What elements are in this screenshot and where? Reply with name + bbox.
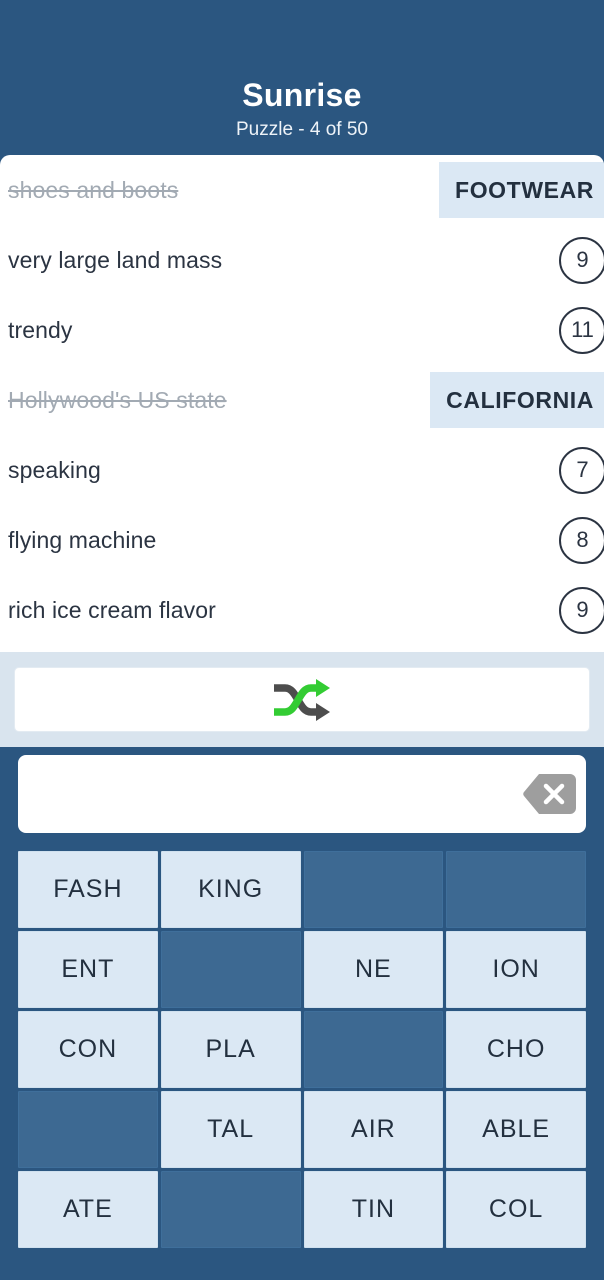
letter-count-badge: 11 bbox=[559, 306, 604, 354]
letter-tile-empty bbox=[446, 851, 586, 928]
letter-tile[interactable]: KING bbox=[160, 851, 301, 928]
clue-row[interactable]: flying machine 8 bbox=[8, 505, 604, 575]
letter-tile[interactable]: AIR bbox=[303, 1091, 444, 1168]
backspace-icon bbox=[522, 771, 578, 817]
clue-row[interactable]: shoes and boots FOOTWEAR bbox=[8, 155, 604, 225]
clue-row[interactable]: trendy 11 bbox=[8, 295, 604, 365]
letter-tile-empty bbox=[18, 1091, 158, 1168]
clue-text: flying machine bbox=[8, 526, 157, 553]
clue-text: rich ice cream flavor bbox=[8, 596, 216, 623]
keyboard-area: FASH KING ENT NE ION CON PLA CHO TAL AIR ABLE ATE TI… bbox=[0, 747, 604, 1280]
letter-tile-grid: FASH KING ENT NE ION CON PLA CHO TAL AIR ABLE ATE TI… bbox=[18, 851, 586, 1248]
letter-tile[interactable]: FASH bbox=[18, 851, 158, 928]
clue-text: shoes and boots bbox=[8, 176, 179, 203]
shuffle-bar bbox=[0, 652, 604, 747]
letter-tile-empty bbox=[303, 851, 444, 928]
letter-tile-empty bbox=[160, 1171, 301, 1248]
letter-tile[interactable]: ION bbox=[446, 931, 586, 1008]
letter-tile[interactable]: COL bbox=[446, 1171, 586, 1248]
letter-tile[interactable]: NE bbox=[303, 931, 444, 1008]
letter-count-badge: 8 bbox=[559, 516, 604, 564]
letter-tile[interactable]: PLA bbox=[160, 1011, 301, 1088]
solved-answer-chip: CALIFORNIA bbox=[430, 372, 604, 428]
answer-input[interactable] bbox=[18, 755, 586, 833]
clue-row[interactable]: rich ice cream flavor 9 bbox=[8, 575, 604, 645]
clue-text: very large land mass bbox=[8, 246, 223, 273]
clue-list: shoes and boots FOOTWEAR very large land m… bbox=[0, 155, 604, 652]
letter-count-badge: 9 bbox=[559, 586, 604, 634]
letter-tile[interactable]: ENT bbox=[18, 931, 158, 1008]
letter-tile[interactable]: TAL bbox=[160, 1091, 301, 1168]
page-title: Sunrise bbox=[242, 77, 362, 113]
app-header: Sunrise Puzzle - 4 of 50 bbox=[0, 0, 604, 155]
letter-tile[interactable]: CON bbox=[18, 1011, 158, 1088]
clue-text: trendy bbox=[8, 316, 73, 343]
clue-text: Hollywood's US state bbox=[8, 386, 227, 413]
puzzle-progress-label: Puzzle - 4 of 50 bbox=[235, 119, 369, 140]
letter-count-badge: 9 bbox=[559, 236, 604, 284]
clue-row[interactable]: Hollywood's US state CALIFORNIA bbox=[8, 365, 604, 435]
solved-answer-chip: FOOTWEAR bbox=[439, 162, 604, 218]
letter-tile[interactable]: CHO bbox=[446, 1011, 586, 1088]
shuffle-icon bbox=[271, 678, 333, 721]
letter-tile-empty bbox=[160, 931, 301, 1008]
clue-row[interactable]: speaking 7 bbox=[8, 435, 604, 505]
letter-count-badge: 7 bbox=[559, 446, 604, 494]
clue-row[interactable]: very large land mass 9 bbox=[8, 225, 604, 295]
shuffle-button[interactable] bbox=[14, 667, 590, 732]
clue-text: speaking bbox=[8, 456, 101, 483]
puzzle-app: Sunrise Puzzle - 4 of 50 shoes and boots… bbox=[0, 0, 604, 1280]
letter-tile[interactable]: TIN bbox=[303, 1171, 444, 1248]
letter-tile[interactable]: ABLE bbox=[446, 1091, 586, 1168]
letter-tile-empty bbox=[303, 1011, 444, 1088]
backspace-button[interactable] bbox=[522, 771, 578, 817]
letter-tile[interactable]: ATE bbox=[18, 1171, 158, 1248]
